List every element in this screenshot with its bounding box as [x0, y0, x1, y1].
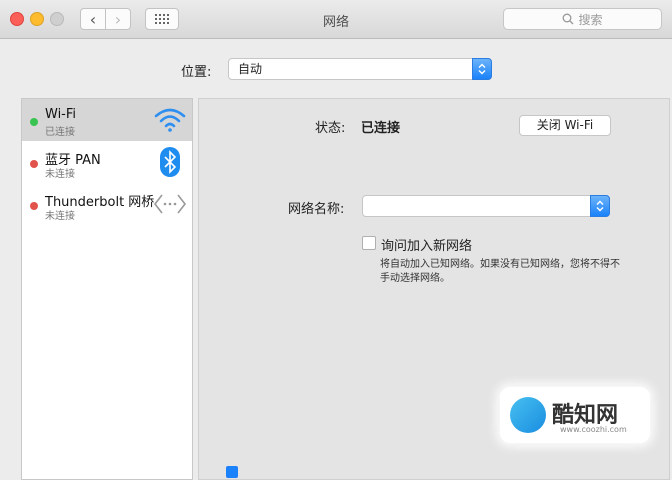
network-name-select[interactable] — [362, 195, 610, 217]
status-label: 状态: — [315, 121, 346, 136]
ask-join-checkbox[interactable] — [362, 236, 376, 250]
watermark-logo: 酷知网 www.coozhi.com — [500, 387, 650, 443]
title-bar: ‹ › 网络 搜索 — [0, 0, 672, 39]
status-value: 已连接 — [361, 121, 401, 136]
service-name: Wi-Fi — [45, 107, 77, 122]
ask-join-help-text: 将自动加入已知网络。如果没有已知网络，您将不得不手动选择网络。 — [380, 259, 620, 284]
ask-join-label[interactable]: 询问加入新网络 — [381, 235, 472, 254]
watermark-icon — [510, 397, 546, 433]
search-placeholder: 搜索 — [578, 12, 603, 27]
bottom-checkbox[interactable] — [226, 466, 238, 478]
location-label: 位置: — [181, 65, 212, 80]
service-status: 未连接 — [45, 169, 75, 180]
service-status: 未连接 — [45, 211, 75, 222]
network-name-label: 网络名称: — [288, 202, 345, 217]
network-stepper-icon — [590, 195, 610, 217]
service-status: 已连接 — [45, 127, 75, 138]
search-icon — [563, 13, 574, 25]
wifi-icon — [154, 105, 186, 135]
status-dot — [30, 202, 38, 210]
status-dot — [30, 160, 38, 168]
watermark-url: www.coozhi.com — [560, 425, 627, 434]
thunderbolt-bridge-icon — [154, 189, 186, 219]
search-input[interactable]: 搜索 — [503, 8, 662, 30]
service-item-bluetooth-pan[interactable]: 蓝牙 PAN 未连接 — [22, 141, 192, 183]
location-value: 自动 — [238, 62, 263, 76]
status-dot — [30, 118, 38, 126]
location-stepper-icon — [472, 58, 492, 80]
service-item-thunderbolt-bridge[interactable]: Thunderbolt 网桥 未连接 — [22, 183, 192, 225]
turn-off-wifi-button[interactable]: 关闭 Wi-Fi — [519, 115, 611, 136]
bluetooth-icon — [154, 147, 186, 177]
service-item-wifi[interactable]: Wi-Fi 已连接 — [22, 99, 192, 141]
location-select[interactable]: 自动 — [228, 58, 492, 80]
service-list: Wi-Fi 已连接 蓝牙 PAN 未连接 Thunderbolt 网桥 未连接 — [21, 98, 193, 480]
